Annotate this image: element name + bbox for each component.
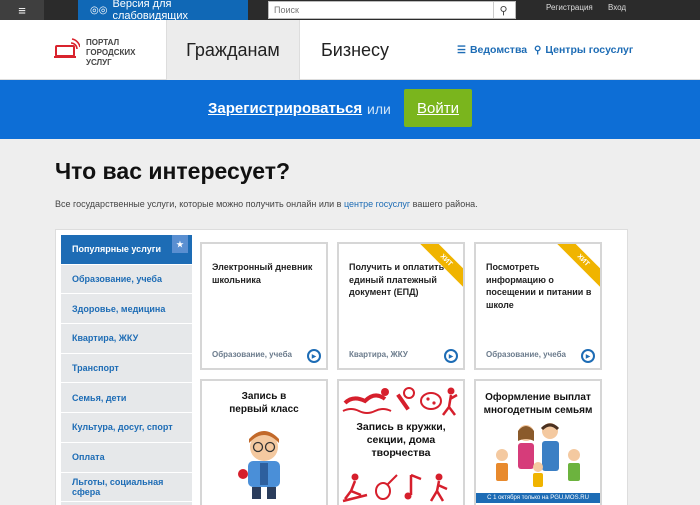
laptop-wifi-icon bbox=[54, 38, 81, 60]
service-card-category[interactable]: Образование, учеба bbox=[212, 350, 292, 359]
play-icon[interactable]: ▶ bbox=[307, 349, 321, 363]
sidebar-item-label: Образование, учеба bbox=[72, 274, 162, 285]
family-illustration bbox=[496, 423, 580, 487]
sidebar-item-label: Семья, дети bbox=[72, 392, 127, 403]
accessibility-version-label: Версия для слабовидящих bbox=[112, 0, 188, 22]
promo-card-title: Оформление выплат многодетным семьям bbox=[483, 392, 593, 416]
page-subtitle: Все государственные услуги, которые можн… bbox=[55, 199, 478, 209]
accessibility-version-button[interactable]: ◎◎ Версия для слабовидящих bbox=[78, 0, 248, 22]
login-button-label: Войти bbox=[417, 99, 459, 117]
schoolboy-illustration bbox=[238, 431, 280, 499]
service-card-title: Посмотреть информацию о посещении и пита… bbox=[486, 262, 592, 310]
tab-business-label: Бизнесу bbox=[320, 39, 390, 60]
departments-link[interactable]: ☰ Ведомства bbox=[457, 44, 527, 56]
tab-citizens[interactable]: Гражданам bbox=[166, 20, 300, 80]
sidebar-item-transport[interactable]: Транспорт bbox=[61, 354, 192, 384]
service-card-school-meals[interactable]: ХИТ Посмотреть информацию о посещении и … bbox=[474, 242, 602, 370]
service-card-title: Электронный дневник школьника bbox=[212, 262, 313, 285]
promo-card-title: Запись в кружки, секции, дома творчества bbox=[356, 421, 446, 459]
register-link[interactable]: Регистрация bbox=[546, 3, 593, 12]
sidebar-item-education[interactable]: Образование, учеба bbox=[61, 265, 192, 295]
site-header: Портал городских услуг Гражданам Бизнесу… bbox=[0, 20, 700, 80]
promo-card-large-families[interactable]: Оформление выплат многодетным семьям С 1… bbox=[474, 379, 602, 505]
search-box: ⚲ bbox=[268, 1, 516, 19]
sidebar-item-housing[interactable]: Квартира, ЖКУ bbox=[61, 324, 192, 354]
promo-card-title: Запись в первый класс bbox=[229, 391, 299, 415]
play-icon[interactable]: ▶ bbox=[444, 349, 458, 363]
sidebar-item-payment[interactable]: Оплата bbox=[61, 443, 192, 473]
service-card-epd[interactable]: ХИТ Получить и оплатить единый платежный… bbox=[337, 242, 465, 370]
sidebar-item-family[interactable]: Семья, дети bbox=[61, 383, 192, 414]
sidebar-item-label: Квартира, ЖКУ bbox=[72, 333, 139, 344]
search-input[interactable] bbox=[269, 2, 493, 18]
sport-icons-bottom bbox=[342, 473, 448, 503]
sidebar-item-label: Культура, досуг, спорт bbox=[72, 422, 173, 433]
promo-footer: С 1 октября только на PGU.MOS.RU bbox=[476, 493, 600, 503]
glasses-icon: ◎◎ bbox=[90, 4, 108, 16]
sidebar-item-label: Транспорт bbox=[72, 363, 119, 374]
logo-text: Портал городских услуг bbox=[86, 38, 136, 67]
location-pin-icon: ⚲ bbox=[534, 44, 542, 56]
login-link[interactable]: Вход bbox=[608, 3, 626, 12]
auth-band: Зарегистрироваться или Войти bbox=[0, 80, 700, 139]
star-icon: ★ bbox=[172, 235, 188, 253]
play-icon[interactable]: ▶ bbox=[581, 349, 595, 363]
promo-card-first-grade[interactable]: Запись в первый класс bbox=[200, 379, 328, 505]
portal-logo[interactable]: Портал городских услуг bbox=[54, 38, 156, 68]
sidebar-item-popular[interactable]: Популярные услуги ★ bbox=[61, 235, 192, 265]
service-centers-label: Центры госуслуг bbox=[545, 44, 634, 56]
subtitle-text-end: вашего района. bbox=[410, 199, 478, 209]
search-icon[interactable]: ⚲ bbox=[493, 2, 513, 18]
list-icon: ☰ bbox=[457, 44, 466, 56]
service-centers-link[interactable]: ⚲ Центры госуслуг bbox=[534, 44, 633, 56]
service-card-category[interactable]: Образование, учеба bbox=[486, 350, 566, 359]
sidebar-item-health[interactable]: Здоровье, медицина bbox=[61, 294, 192, 325]
sidebar-item-label: Оплата bbox=[72, 452, 105, 463]
category-sidebar: Популярные услуги ★ Образование, учеба З… bbox=[61, 235, 192, 505]
page-title: Что вас интересует? bbox=[55, 158, 291, 184]
sidebar-item-culture[interactable]: Культура, досуг, спорт bbox=[61, 413, 192, 443]
service-center-link[interactable]: центре госуслуг bbox=[344, 199, 410, 209]
departments-label: Ведомства bbox=[469, 44, 528, 56]
top-bar: ≡ ◎◎ Версия для слабовидящих ⚲ Регистрац… bbox=[0, 0, 700, 22]
sidebar-item-label: Популярные услуги bbox=[72, 244, 162, 255]
promo-card-clubs[interactable]: Запись в кружки, секции, дома творчества bbox=[337, 379, 465, 505]
hamburger-icon[interactable]: ≡ bbox=[0, 0, 44, 20]
service-card-category[interactable]: Квартира, ЖКУ bbox=[349, 350, 408, 359]
login-button[interactable]: Войти bbox=[404, 89, 472, 127]
sidebar-item-label: Здоровье, медицина bbox=[72, 303, 166, 314]
or-label: или bbox=[367, 101, 391, 117]
sidebar-item-label: Льготы, социальная сфера bbox=[72, 476, 164, 497]
tab-citizens-label: Гражданам bbox=[186, 39, 280, 60]
sidebar-item-benefits[interactable]: Льготы, социальная сфера bbox=[61, 473, 192, 503]
service-card-diary[interactable]: Электронный дневник школьника Образовани… bbox=[200, 242, 328, 370]
sport-icons-top bbox=[342, 387, 458, 416]
service-card-title: Получить и оплатить единый платежный док… bbox=[349, 262, 445, 297]
tab-business[interactable]: Бизнесу bbox=[300, 20, 410, 80]
subtitle-text-start: Все государственные услуги, которые можн… bbox=[55, 199, 344, 209]
register-link-main[interactable]: Зарегистрироваться bbox=[208, 100, 362, 117]
